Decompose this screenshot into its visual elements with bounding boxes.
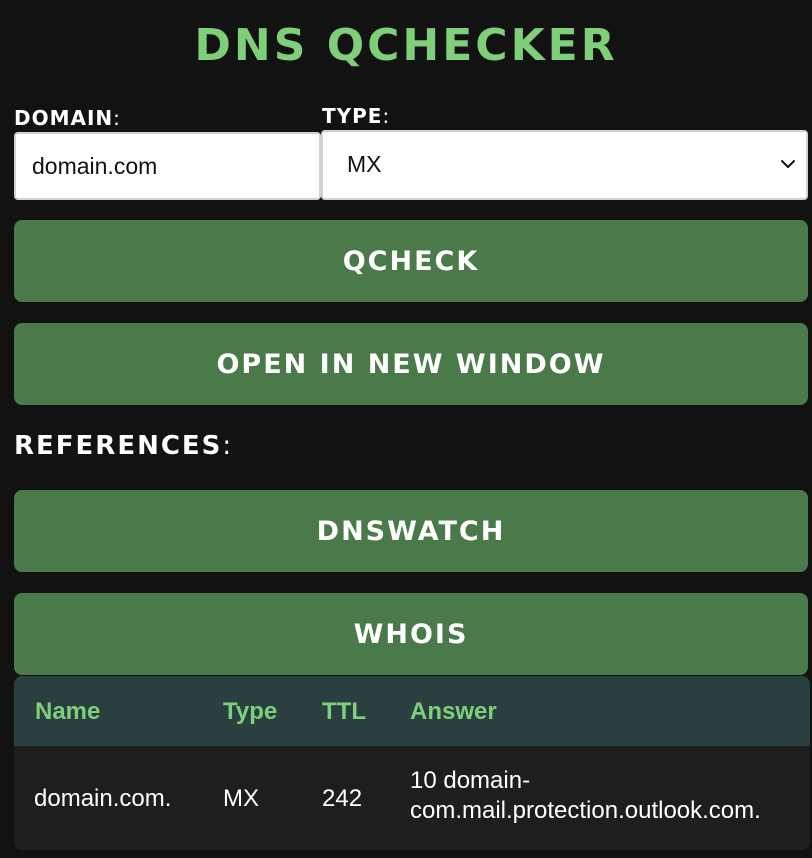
whois-button[interactable]: WHOIS (14, 593, 808, 675)
table-header: Name Type TTL Answer (14, 676, 810, 746)
domain-label-colon: : (113, 106, 121, 130)
domain-label: DOMAIN: (14, 106, 121, 130)
domain-input[interactable]: domain.com (14, 132, 321, 200)
column-header-name: Name (35, 698, 101, 725)
cell-answer: 10 domain- com.mail.protection.outlook.c… (410, 766, 761, 826)
column-header-type: Type (223, 698, 278, 725)
cell-type: MX (223, 785, 259, 812)
domain-label-text: DOMAIN (14, 106, 114, 130)
type-select-value: MX (347, 151, 382, 177)
cell-answer-line-1: 10 domain- (410, 767, 531, 794)
type-select[interactable]: MX (321, 130, 808, 200)
references-heading-colon: : (222, 431, 234, 461)
open-new-window-button[interactable]: OPEN IN NEW WINDOW (14, 323, 808, 405)
references-heading-text: REFERENCES (14, 431, 223, 461)
column-header-answer: Answer (410, 698, 497, 725)
references-heading: REFERENCES: (14, 430, 233, 462)
column-header-ttl: TTL (322, 698, 366, 725)
page-title: DNS QCHECKER (194, 20, 618, 71)
chevron-down-icon (781, 160, 795, 168)
cell-answer-line-2: com.mail.protection.outlook.com. (410, 797, 761, 824)
results-table: Name Type TTL Answer domain.com. MX 242 … (14, 676, 810, 850)
type-label: TYPE: (322, 104, 390, 128)
cell-ttl: 242 (322, 785, 363, 812)
type-label-text: TYPE (322, 104, 383, 128)
dnswatch-button[interactable]: DNSWATCH (14, 490, 808, 572)
type-label-colon: : (382, 104, 391, 128)
qcheck-button[interactable]: QCHECK (14, 220, 808, 302)
table-row: domain.com. MX 242 10 domain- com.mail.p… (14, 746, 810, 850)
cell-name: domain.com. (34, 785, 172, 812)
